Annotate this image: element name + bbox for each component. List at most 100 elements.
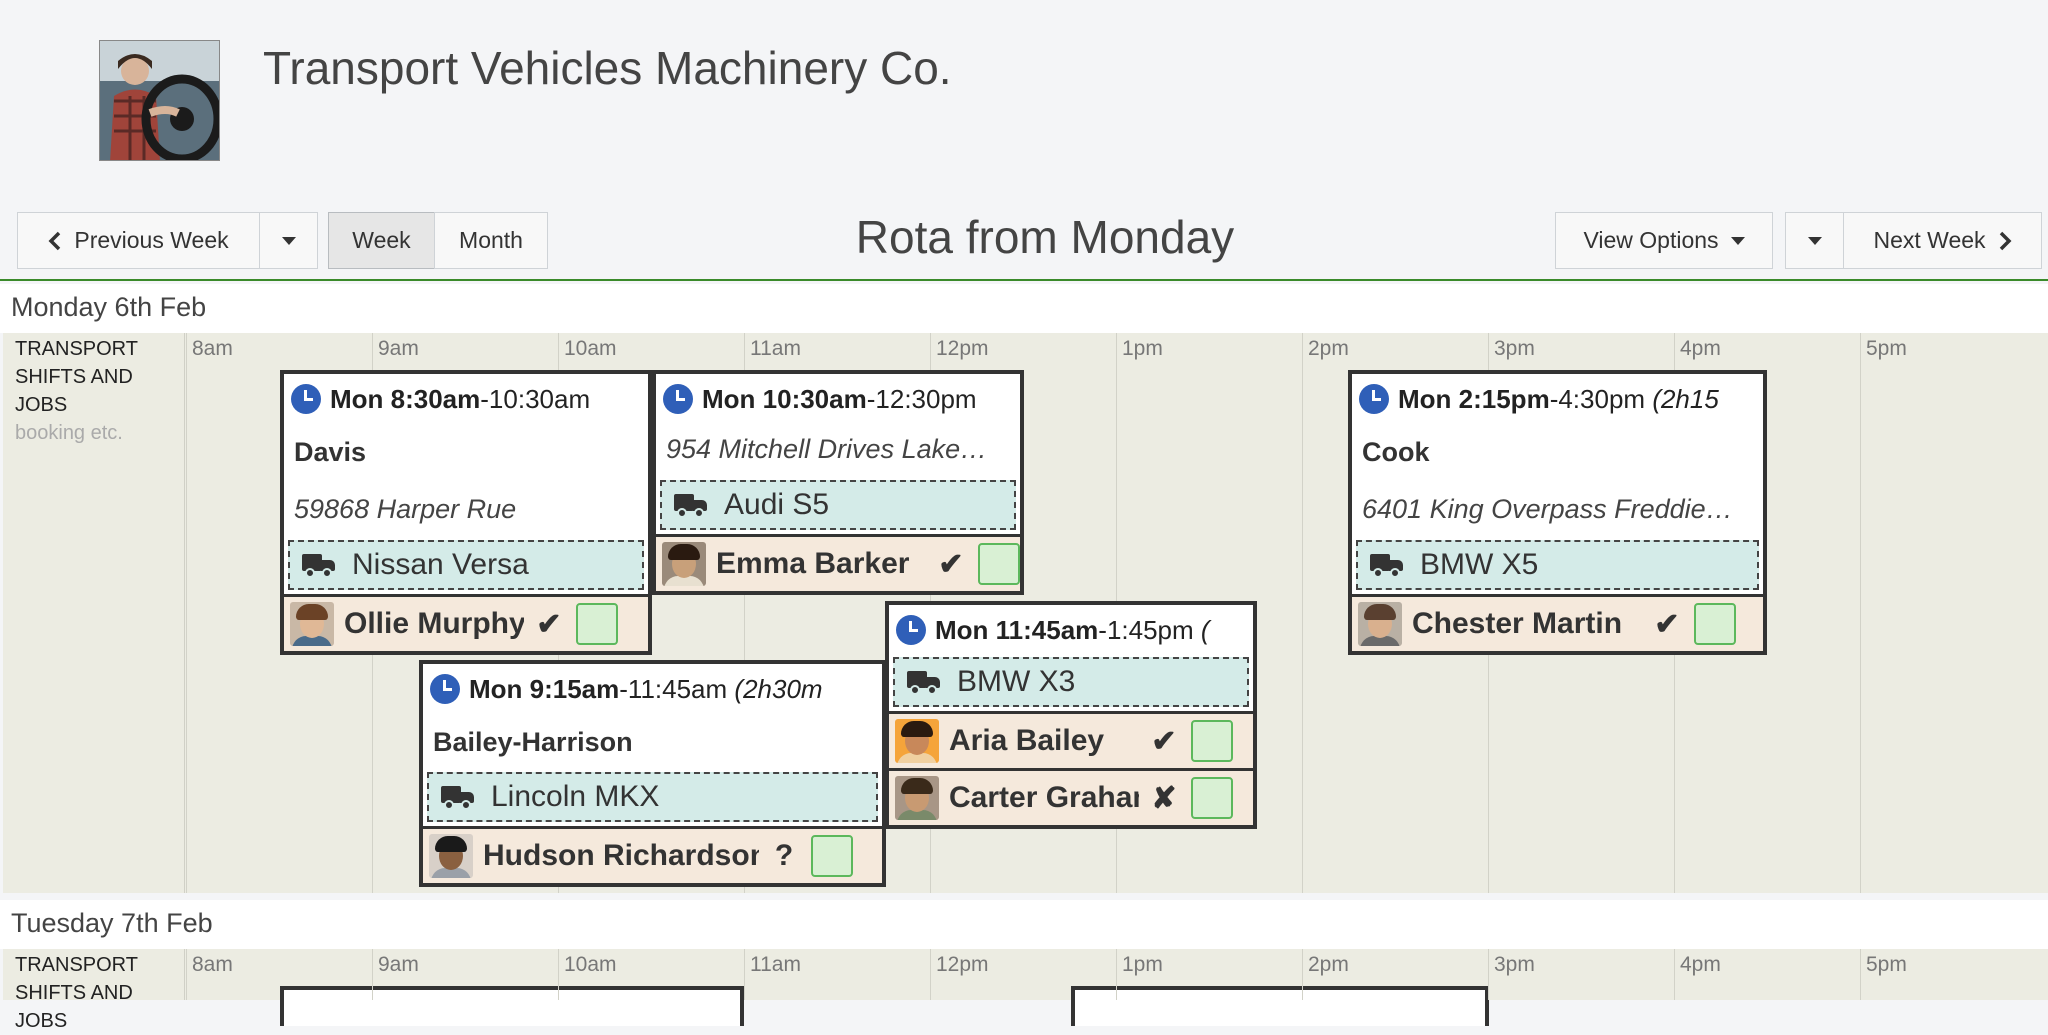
vehicle-name: Nissan Versa bbox=[352, 548, 529, 581]
staff-assignment[interactable]: Chester Martin ✔ bbox=[1352, 594, 1763, 651]
hour-label: 9am bbox=[378, 953, 419, 976]
hour-label: 11am bbox=[750, 953, 801, 976]
hour-label: 10am bbox=[564, 953, 617, 976]
hour-label: 4pm bbox=[1680, 953, 1721, 976]
hour-gridline bbox=[930, 949, 931, 1000]
caret-down-icon bbox=[1807, 236, 1822, 245]
confirm-checkbox[interactable] bbox=[978, 543, 1020, 585]
shift-card[interactable]: Mon 8:30am -10:30am Davis 59868 Harper Rue N… bbox=[280, 370, 652, 655]
day-header-tuesday: Tuesday 7th Feb bbox=[0, 900, 2048, 949]
shift-end: -4:30pm bbox=[1549, 383, 1646, 414]
vehicle-name: Lincoln MKX bbox=[491, 780, 660, 813]
truck-icon bbox=[674, 492, 708, 518]
hour-gridline bbox=[1860, 333, 1861, 893]
shift-start: Mon 8:30am bbox=[330, 383, 481, 414]
hour-gridline bbox=[186, 949, 187, 1000]
status-icon: ✔ bbox=[536, 607, 562, 641]
clock-icon bbox=[896, 615, 926, 645]
confirm-checkbox[interactable] bbox=[811, 835, 853, 877]
row-header: TRANSPORT SHIFTS AND JOBS booking etc. bbox=[3, 333, 185, 893]
hour-label: 10am bbox=[564, 337, 617, 360]
day-label: Monday 6th Feb bbox=[11, 292, 207, 322]
staff-name: Emma Barker bbox=[716, 547, 910, 580]
shift-end: -10:30am bbox=[480, 383, 591, 414]
shift-card[interactable]: Mon 9:15am -11:45am (2h30m Bailey-Harrison… bbox=[419, 660, 886, 887]
truck-icon bbox=[302, 552, 336, 578]
staff-assignment[interactable]: Ollie Murphy ✔ bbox=[284, 594, 648, 651]
hour-gridline bbox=[1116, 949, 1117, 1000]
view-options-label: View Options bbox=[1583, 227, 1719, 253]
tab-week[interactable]: Week bbox=[328, 212, 435, 269]
hour-label: 1pm bbox=[1122, 337, 1163, 360]
day-label: Tuesday 7th Feb bbox=[11, 908, 213, 938]
staff-name: Aria Bailey bbox=[949, 724, 1105, 757]
staff-assignment[interactable]: Aria Bailey ✔ bbox=[889, 711, 1253, 768]
clock-icon bbox=[1359, 384, 1389, 414]
tab-month-label: Month bbox=[459, 227, 523, 253]
avatar bbox=[895, 776, 939, 820]
staff-name: Ollie Murphy bbox=[344, 607, 524, 640]
hour-label: 1pm bbox=[1122, 953, 1163, 976]
hour-gridline bbox=[186, 333, 187, 893]
vehicle-assignment[interactable]: BMW X5 bbox=[1356, 540, 1759, 590]
shift-duration: (2h15 bbox=[1652, 383, 1719, 414]
day-header-monday: Monday 6th Feb bbox=[0, 284, 2048, 333]
row-header: TRANSPORT SHIFTS AND JOBS bbox=[3, 949, 185, 1032]
hour-label: 3pm bbox=[1494, 337, 1535, 360]
next-week-button[interactable]: Next Week bbox=[1843, 212, 2042, 269]
previous-week-dropdown[interactable] bbox=[259, 212, 318, 269]
shift-start: Mon 11:45am bbox=[935, 614, 1099, 645]
shift-card[interactable]: Mon 10:30am -12:30pm 954 Mitchell Drives L… bbox=[652, 370, 1024, 595]
shift-duration: ( bbox=[1200, 614, 1210, 645]
confirm-checkbox[interactable] bbox=[1191, 720, 1233, 762]
vehicle-assignment[interactable]: Nissan Versa bbox=[288, 540, 644, 590]
shift-card[interactable]: Mon 2:15pm -4:30pm (2h15 Cook 6401 King Ove… bbox=[1348, 370, 1767, 655]
vehicle-assignment[interactable]: Audi S5 bbox=[660, 480, 1016, 530]
vehicle-assignment[interactable]: Lincoln MKX bbox=[427, 772, 878, 822]
confirm-checkbox[interactable] bbox=[576, 603, 618, 645]
row-title: TRANSPORT SHIFTS AND JOBS bbox=[15, 954, 138, 1032]
avatar bbox=[895, 719, 939, 763]
hour-label: 4pm bbox=[1680, 337, 1721, 360]
clock-icon bbox=[663, 384, 693, 414]
staff-assignment[interactable]: Hudson Richardson? bbox=[423, 826, 882, 883]
previous-week-button[interactable]: Previous Week bbox=[17, 212, 260, 269]
shift-card-partial[interactable] bbox=[280, 986, 744, 1026]
day-timeline-tuesday: TRANSPORT SHIFTS AND JOBS 8am 9am 10am 11am… bbox=[3, 949, 2048, 1032]
tab-month[interactable]: Month bbox=[434, 212, 548, 269]
staff-assignment[interactable]: Emma Barker ✔ bbox=[656, 534, 1020, 591]
staff-assignment[interactable]: Carter Graham ✘ bbox=[889, 768, 1253, 825]
status-icon: ✘ bbox=[1151, 781, 1177, 815]
shift-duration: (2h30m bbox=[734, 673, 823, 704]
truck-icon bbox=[441, 784, 475, 810]
previous-week-label: Previous Week bbox=[74, 227, 229, 253]
shift-card-partial[interactable] bbox=[1071, 986, 1489, 1026]
vehicle-assignment[interactable]: BMW X3 bbox=[893, 657, 1249, 707]
hour-label: 5pm bbox=[1866, 337, 1907, 360]
shift-start: Mon 9:15am bbox=[469, 673, 620, 704]
hour-label: 9am bbox=[378, 337, 419, 360]
view-options-button[interactable]: View Options bbox=[1555, 212, 1773, 269]
job-address: 59868 Harper Rue bbox=[294, 494, 517, 524]
shift-card[interactable]: Mon 11:45am -1:45pm (BMW X3 Aria Bailey ✔ Ca… bbox=[885, 601, 1257, 829]
shift-end: -1:45pm bbox=[1098, 614, 1194, 645]
hour-label: 3pm bbox=[1494, 953, 1535, 976]
hour-gridline bbox=[1488, 949, 1489, 1000]
hour-gridline bbox=[558, 949, 559, 1000]
chevron-left-icon bbox=[48, 231, 61, 250]
clock-icon bbox=[291, 384, 321, 414]
hour-label: 11am bbox=[750, 337, 801, 360]
hour-gridline bbox=[1302, 949, 1303, 1000]
next-week-dropdown[interactable] bbox=[1785, 212, 1844, 269]
shift-time: Mon 2:15pm -4:30pm (2h15 bbox=[1352, 374, 1763, 424]
confirm-checkbox[interactable] bbox=[1694, 603, 1736, 645]
clock-icon bbox=[430, 674, 460, 704]
shift-time: Mon 11:45am -1:45pm ( bbox=[889, 605, 1253, 655]
shift-end: -11:45am bbox=[619, 673, 728, 704]
avatar bbox=[429, 834, 473, 878]
avatar bbox=[290, 602, 334, 646]
hour-label: 12pm bbox=[936, 953, 989, 976]
tab-week-label: Week bbox=[352, 227, 411, 253]
shift-time: Mon 9:15am -11:45am (2h30m bbox=[423, 664, 882, 714]
confirm-checkbox[interactable] bbox=[1191, 777, 1233, 819]
